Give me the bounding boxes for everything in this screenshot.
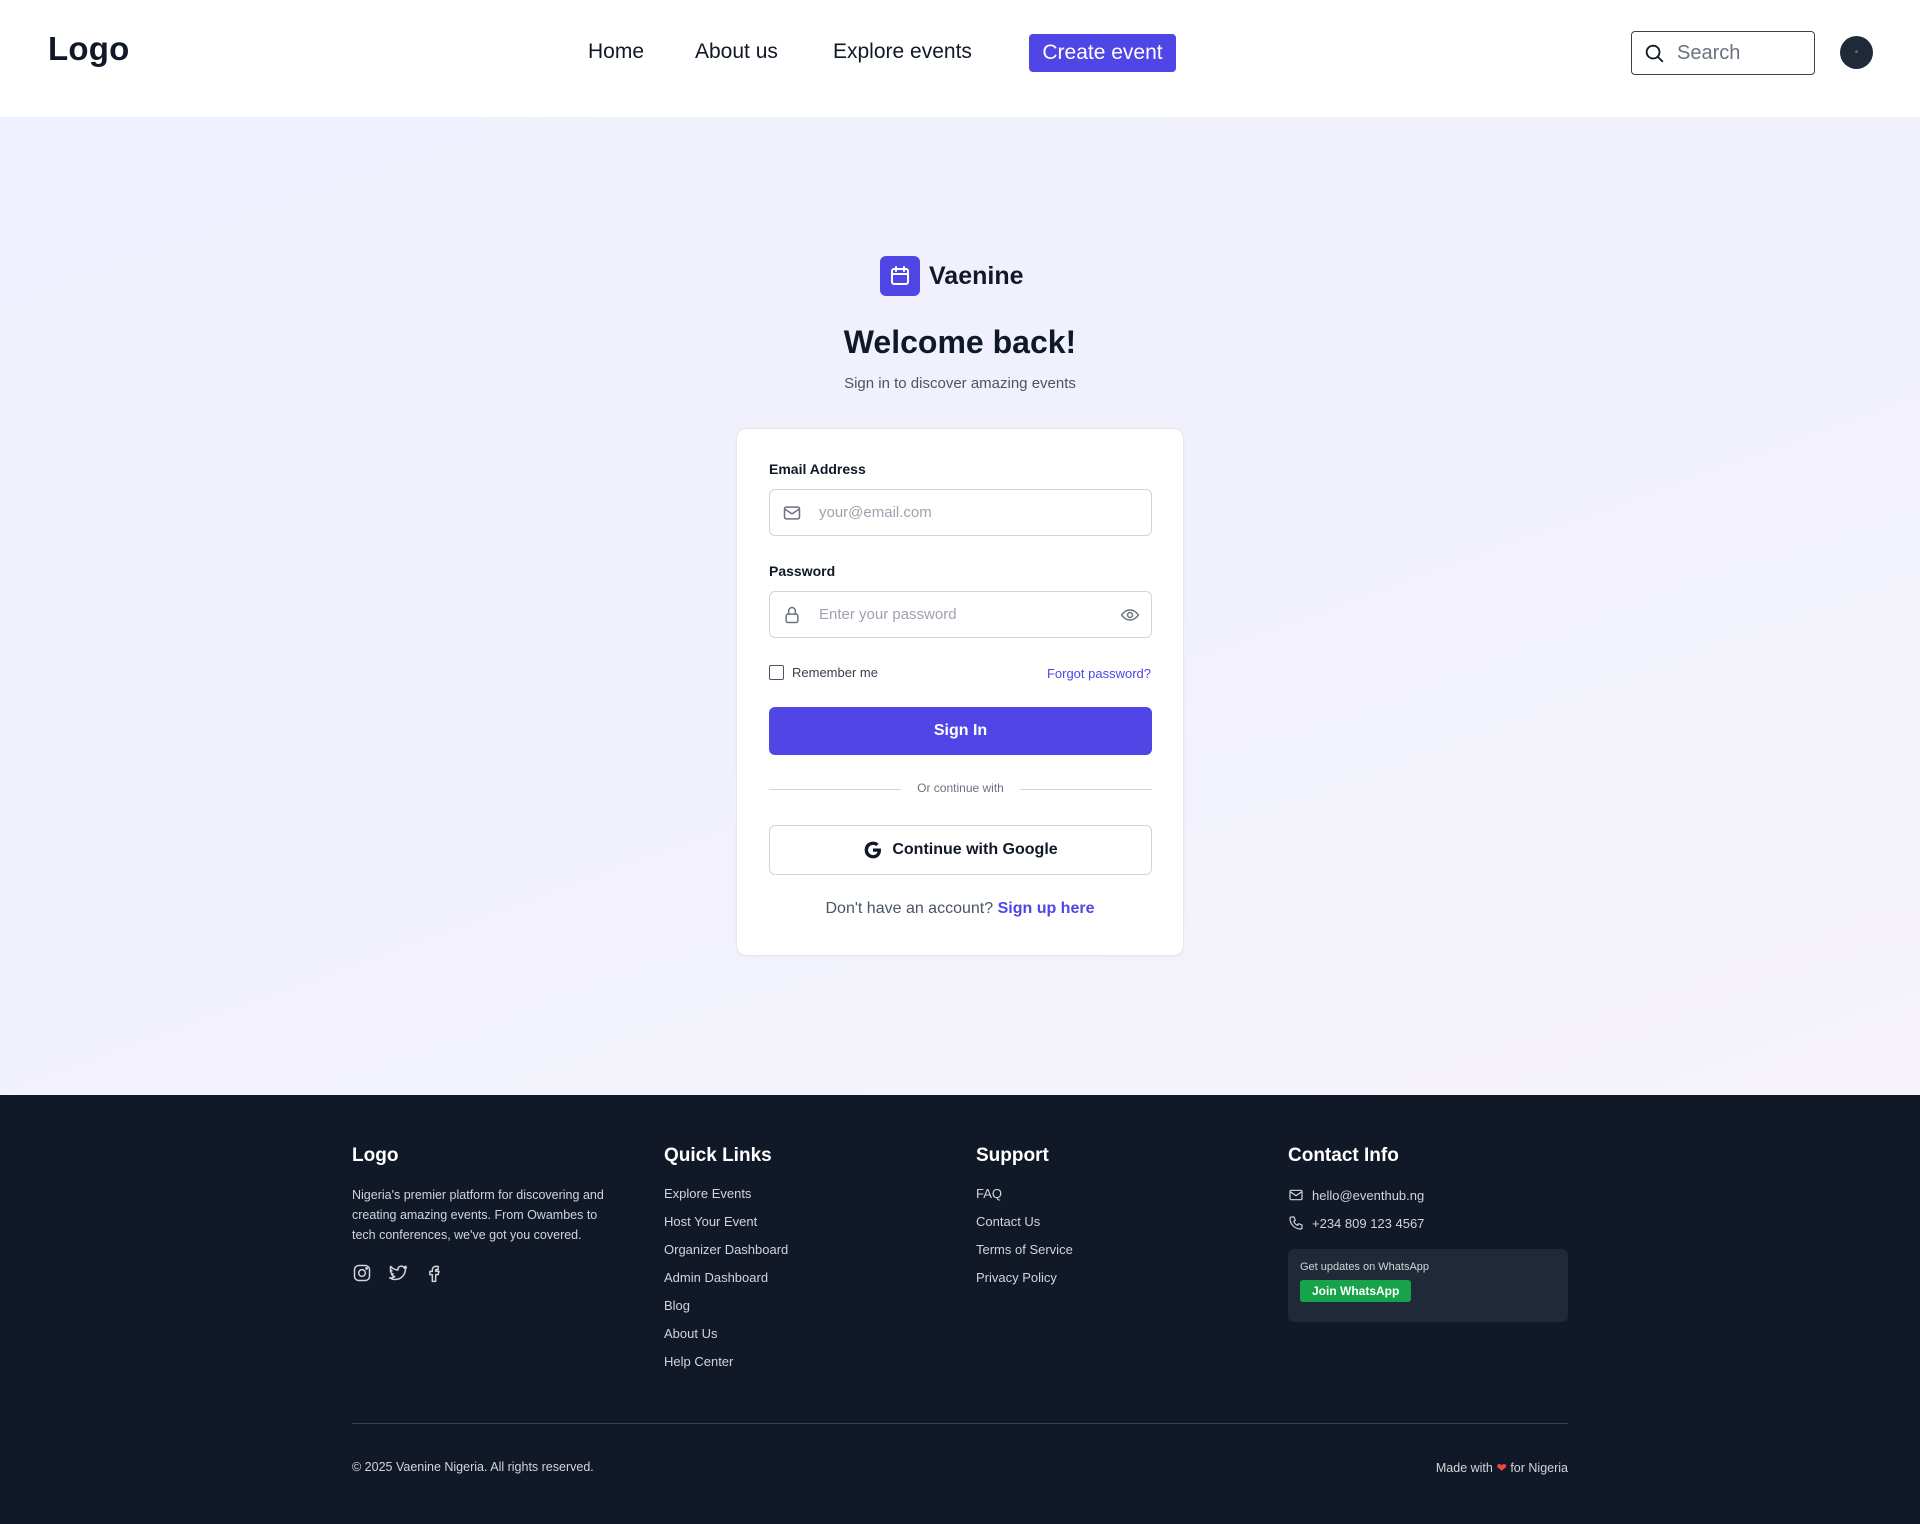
footer-link-explore-events[interactable]: Explore Events (664, 1186, 788, 1214)
remember-me: Remember me (769, 665, 878, 680)
brand-name: Vaenine (929, 261, 1024, 290)
whatsapp-box: Get updates on WhatsApp Join WhatsApp (1288, 1249, 1568, 1322)
google-signin-button[interactable]: Continue with Google (769, 825, 1152, 875)
footer-link-privacy[interactable]: Privacy Policy (976, 1270, 1073, 1298)
password-input[interactable] (819, 592, 1119, 637)
facebook-icon[interactable] (424, 1263, 444, 1283)
google-signin-label: Continue with Google (892, 841, 1058, 858)
login-page: Vaenine Welcome back! Sign in to discove… (0, 117, 1920, 1095)
calendar-icon (880, 256, 920, 296)
remember-checkbox[interactable] (769, 665, 784, 680)
join-whatsapp-button[interactable]: Join WhatsApp (1300, 1280, 1412, 1302)
divider-line-right (1020, 789, 1152, 790)
forgot-password-link[interactable]: Forgot password? (1047, 666, 1151, 681)
user-avatar[interactable]: • (1840, 36, 1873, 69)
made-with-prefix: Made with (1435, 1461, 1493, 1475)
signup-prompt: Don't have an account? (825, 900, 994, 917)
footer-about: Logo Nigeria's premier platform for disc… (352, 1145, 612, 1283)
mail-icon (783, 506, 801, 520)
footer-link-terms[interactable]: Terms of Service (976, 1242, 1073, 1270)
email-label: Email Address (769, 461, 866, 477)
footer-link-admin-dashboard[interactable]: Admin Dashboard (664, 1270, 788, 1298)
email-field[interactable] (769, 489, 1152, 536)
email-input[interactable] (819, 490, 1119, 535)
eye-icon[interactable] (1120, 605, 1140, 625)
support-title: Support (976, 1145, 1049, 1166)
contact-title: Contact Info (1288, 1145, 1399, 1166)
signup-link[interactable]: Sign up here (998, 900, 1095, 917)
footer-contact: Contact Info hello@eventhub.ng +234 809 … (1288, 1145, 1568, 1322)
footer-divider (352, 1423, 1568, 1424)
quick-links-list: Explore Events Host Your Event Organizer… (664, 1186, 788, 1382)
instagram-icon[interactable] (352, 1263, 372, 1283)
search-icon (1645, 44, 1664, 63)
divider-text: Or continue with (917, 781, 1004, 795)
create-event-button[interactable]: Create event (1029, 34, 1176, 72)
or-divider: Or continue with (769, 781, 1152, 797)
login-card: Email Address Password Remember me Forgo… (736, 428, 1184, 956)
contact-phone[interactable]: +234 809 123 4567 (1288, 1209, 1568, 1237)
search-box[interactable] (1631, 31, 1815, 75)
google-icon (865, 841, 882, 859)
twitter-icon[interactable] (388, 1263, 408, 1283)
page-subtitle: Sign in to discover amazing events (844, 375, 1076, 392)
nav-explore-events[interactable]: Explore events (833, 40, 972, 64)
site-footer: Logo Nigeria's premier platform for disc… (0, 1095, 1920, 1524)
social-links (352, 1263, 612, 1283)
support-links-list: FAQ Contact Us Terms of Service Privacy … (976, 1186, 1073, 1298)
footer-description: Nigeria's premier platform for discoveri… (352, 1188, 604, 1242)
copyright: © 2025 Vaenine Nigeria. All rights reser… (352, 1460, 594, 1474)
nav-home[interactable]: Home (588, 40, 644, 64)
password-field[interactable] (769, 591, 1152, 638)
whatsapp-text: Get updates on WhatsApp (1300, 1261, 1430, 1273)
contact-email-text: hello@eventhub.ng (1312, 1187, 1425, 1203)
search-input[interactable] (1677, 41, 1807, 65)
password-label: Password (769, 563, 836, 579)
heart-icon: ❤ (1496, 1461, 1507, 1475)
made-with: Made with ❤ for Nigeria (1436, 1460, 1568, 1475)
footer-link-faq[interactable]: FAQ (976, 1186, 1073, 1214)
sign-in-button[interactable]: Sign In (769, 707, 1152, 755)
phone-icon (1289, 1216, 1303, 1230)
footer-logo[interactable]: Logo (352, 1145, 612, 1167)
avatar-image-icon: • (1854, 47, 1859, 58)
contact-list: hello@eventhub.ng +234 809 123 4567 (1288, 1181, 1568, 1237)
lock-icon (785, 606, 799, 624)
contact-email[interactable]: hello@eventhub.ng (1288, 1181, 1568, 1209)
footer-link-organizer-dashboard[interactable]: Organizer Dashboard (664, 1242, 788, 1270)
site-header: Logo Home About us Explore events Create… (0, 0, 1920, 117)
footer-link-about-us[interactable]: About Us (664, 1326, 788, 1354)
remember-label[interactable]: Remember me (792, 665, 878, 680)
footer-quick-links: Quick Links Explore Events Host Your Eve… (664, 1145, 788, 1382)
footer-link-contact-us[interactable]: Contact Us (976, 1214, 1073, 1242)
brand-header: Vaenine (880, 256, 1024, 296)
page-title: Welcome back! (843, 324, 1077, 360)
contact-phone-text: +234 809 123 4567 (1312, 1215, 1425, 1231)
footer-link-help-center[interactable]: Help Center (664, 1354, 788, 1382)
footer-link-host-event[interactable]: Host Your Event (664, 1214, 788, 1242)
footer-support: Support FAQ Contact Us Terms of Service … (976, 1145, 1073, 1298)
footer-link-blog[interactable]: Blog (664, 1298, 788, 1326)
quick-links-title: Quick Links (664, 1145, 772, 1166)
nav-about-us[interactable]: About us (695, 40, 778, 64)
signup-row: Don't have an account? Sign up here (737, 900, 1183, 918)
mail-icon (1289, 1189, 1303, 1201)
made-with-suffix: for Nigeria (1510, 1461, 1568, 1475)
